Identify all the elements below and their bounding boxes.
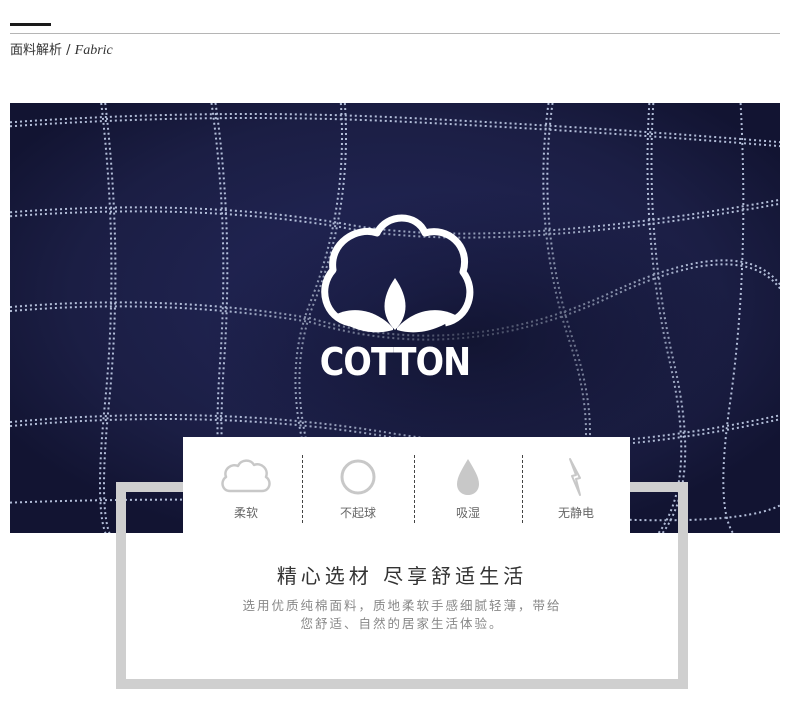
feature-absorbent: 吸湿 xyxy=(413,437,523,533)
feature-anti-pilling: 不起球 xyxy=(303,437,413,533)
water-drop-icon xyxy=(457,459,479,495)
section-heading: 面料解析 / Fabric xyxy=(10,39,113,59)
info-description: 选用优质纯棉面料，质地柔软手感细腻轻薄，带给 您舒适、自然的居家生活体验。 xyxy=(200,597,604,633)
lightning-icon xyxy=(569,458,581,496)
feature-soft: 柔软 xyxy=(191,437,301,533)
header-divider xyxy=(10,33,780,34)
feature-anti-static: 无静电 xyxy=(521,437,631,533)
circle-icon xyxy=(340,459,376,495)
section-title-en: Fabric xyxy=(74,43,113,58)
feature-label: 吸湿 xyxy=(455,506,480,520)
cotton-logo-text: COTTON xyxy=(319,340,471,384)
description-line: 选用优质纯棉面料，质地柔软手感细腻轻薄，带给 xyxy=(242,598,562,613)
header-accent-bar xyxy=(10,23,51,26)
title-separator: / xyxy=(62,43,75,58)
feature-label: 柔软 xyxy=(233,506,258,520)
feature-label: 不起球 xyxy=(339,506,376,520)
section-title-cn: 面料解析 xyxy=(10,43,63,58)
description-line: 您舒适、自然的居家生活体验。 xyxy=(300,616,504,631)
feature-panel: 柔软 不起球 吸湿 无静电 xyxy=(183,437,630,533)
cloud-icon xyxy=(221,459,271,493)
info-title: 精心选材 尽享舒适生活 xyxy=(276,564,528,588)
feature-label: 无静电 xyxy=(557,506,594,520)
